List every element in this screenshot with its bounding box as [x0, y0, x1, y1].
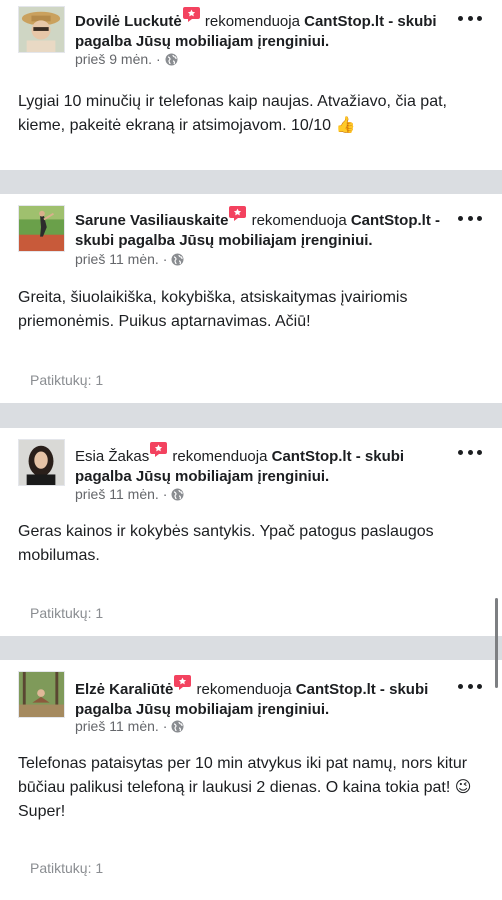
- avatar[interactable]: [18, 439, 65, 486]
- post-time[interactable]: prieš 9 mėn.: [75, 51, 152, 67]
- post-meta: prieš 11 mėn. ·: [75, 717, 184, 735]
- review-card: Dovilė Luckutė rekomenduoja CantStop.lt …: [0, 0, 502, 170]
- more-options-icon[interactable]: [458, 14, 482, 22]
- likes-count[interactable]: Patiktukų: 1: [30, 605, 103, 621]
- post-meta: prieš 11 mėn. ·: [75, 485, 184, 503]
- review-header: Dovilė Luckutė rekomenduoja CantStop.lt …: [75, 7, 450, 52]
- review-card: Sarune Vasiliauskaite rekomenduoja CantS…: [0, 194, 502, 403]
- review-header: Sarune Vasiliauskaite rekomenduoja CantS…: [75, 206, 450, 251]
- post-time[interactable]: prieš 11 mėn.: [75, 718, 159, 734]
- review-text: Geras kainos ir kokybės santykis. Ypač p…: [18, 523, 434, 564]
- avatar-photo-icon: [19, 206, 64, 251]
- recommend-badge-icon: [229, 206, 247, 221]
- review-text: Lygiai 10 minučių ir telefonas kaip nauj…: [18, 93, 447, 134]
- author-name[interactable]: Sarune Vasiliauskaite: [75, 212, 228, 229]
- more-options-icon[interactable]: [458, 448, 482, 456]
- avatar-photo-icon: [19, 7, 64, 52]
- author-name[interactable]: Elzė Karaliūtė: [75, 681, 173, 698]
- recommend-badge-icon: [182, 7, 200, 22]
- recommends-text: rekomenduoja: [172, 448, 268, 465]
- scrollbar-thumb[interactable]: [495, 598, 498, 688]
- recommends-text: rekomenduoja: [251, 212, 347, 229]
- post-time[interactable]: prieš 11 mėn.: [75, 251, 159, 267]
- recommend-badge-icon: [174, 675, 192, 690]
- review-text: Telefonas pataisytas per 10 min atvykus …: [18, 755, 472, 820]
- globe-icon: [171, 719, 184, 733]
- avatar-photo-icon: [19, 440, 64, 485]
- author-name[interactable]: Esia Žakas: [75, 448, 149, 465]
- avatar[interactable]: [18, 205, 65, 252]
- review-card: Esia Žakas rekomenduoja CantStop.lt - sk…: [0, 428, 502, 636]
- likes-count[interactable]: Patiktukų: 1: [30, 372, 103, 388]
- more-options-icon[interactable]: [458, 214, 482, 222]
- review-header: Elzė Karaliūtė rekomenduoja CantStop.lt …: [75, 675, 450, 720]
- more-options-icon[interactable]: [458, 682, 482, 690]
- post-meta: prieš 9 mėn. ·: [75, 50, 178, 68]
- avatar-photo-icon: [19, 672, 64, 717]
- post-time[interactable]: prieš 11 mėn.: [75, 486, 159, 502]
- recommends-text: rekomenduoja: [204, 13, 300, 30]
- post-meta: prieš 11 mėn. ·: [75, 250, 184, 268]
- likes-count[interactable]: Patiktukų: 1: [30, 860, 103, 876]
- globe-icon: [171, 487, 184, 501]
- review-text: Greita, šiuolaikiška, kokybiška, atsiska…: [18, 289, 408, 330]
- recommends-text: rekomenduoja: [196, 681, 292, 698]
- review-card: Elzė Karaliūtė rekomenduoja CantStop.lt …: [0, 660, 502, 900]
- recommend-badge-icon: [150, 442, 168, 457]
- avatar[interactable]: [18, 6, 65, 53]
- avatar[interactable]: [18, 671, 65, 718]
- author-name[interactable]: Dovilė Luckutė: [75, 13, 182, 30]
- globe-icon: [171, 252, 184, 266]
- review-header: Esia Žakas rekomenduoja CantStop.lt - sk…: [75, 442, 450, 487]
- globe-icon: [165, 52, 178, 66]
